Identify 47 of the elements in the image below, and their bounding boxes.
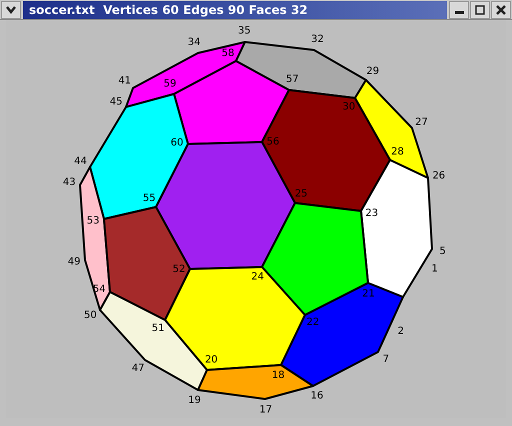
minimize-icon	[454, 10, 464, 14]
vertex-label: 2	[398, 326, 404, 338]
vertex-label: 43	[62, 177, 76, 188]
vertex-label: 16	[310, 390, 324, 402]
vertex-label: 7	[382, 354, 390, 366]
window-menu-button[interactable]	[1, 0, 21, 18]
vertex-label: 47	[132, 363, 144, 374]
vertex-label: 59	[164, 78, 176, 90]
vertex-label: 21	[362, 288, 375, 300]
vertex-label: 20	[204, 354, 218, 366]
vertex-label: 5	[440, 246, 446, 258]
vertex-label: 60	[170, 137, 184, 148]
vertex-label: 44	[74, 156, 87, 167]
maximize-button[interactable]	[470, 0, 490, 18]
vertex-label: 1	[431, 263, 438, 274]
vertex-label: 17	[259, 404, 272, 416]
vertex-label: 26	[432, 170, 446, 182]
vertex-label: 27	[415, 116, 428, 128]
chevron-down-icon	[6, 6, 16, 14]
vertex-label: 52	[172, 264, 186, 275]
vertex-label: 55	[142, 192, 156, 204]
vertex-label: 53	[86, 215, 100, 226]
vertex-label: 57	[286, 74, 299, 86]
vertex-label: 45	[110, 96, 122, 108]
vertex-label: 30	[342, 102, 356, 113]
close-button[interactable]	[491, 0, 511, 18]
vertex-label: 24	[251, 272, 264, 283]
vertex-label: 29	[366, 66, 380, 77]
vertex-label: 51	[152, 323, 165, 334]
close-icon	[496, 4, 506, 14]
vertex-label: 50	[84, 310, 97, 321]
vertex-label: 49	[68, 256, 81, 268]
vertex-label: 56	[266, 136, 280, 148]
vertex-label: 19	[188, 394, 201, 406]
vertex-label: 32	[311, 34, 324, 46]
vertex-label: 34	[188, 37, 200, 48]
maximize-icon	[475, 4, 485, 14]
vertex-label: 25	[294, 188, 308, 200]
vertex-label: 58	[222, 48, 234, 59]
window-title: soccer.txt Vertices 60 Edges 90 Faces 32	[29, 2, 308, 18]
vertex-label: 22	[306, 317, 320, 328]
vertex-label: 23	[365, 208, 378, 219]
minimize-button[interactable]	[449, 0, 469, 18]
vertex-label: 18	[272, 370, 285, 382]
vertex-label: 28	[391, 146, 404, 158]
vertex-label: 41	[118, 75, 132, 86]
vertex-label: 35	[238, 26, 251, 37]
